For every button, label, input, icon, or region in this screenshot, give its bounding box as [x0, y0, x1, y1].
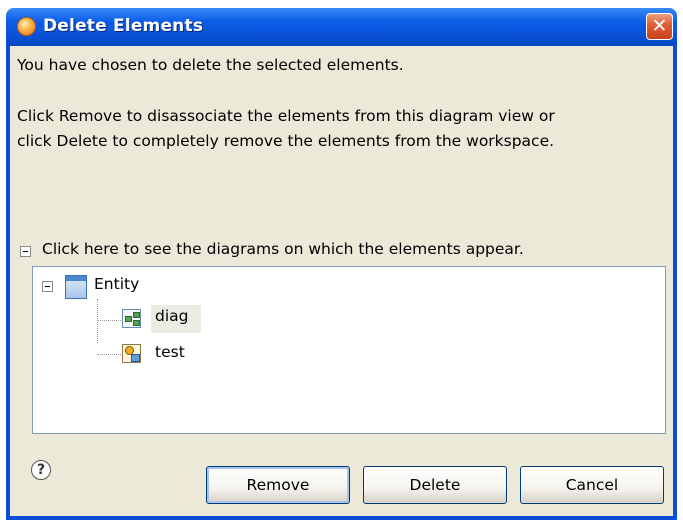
help-icon[interactable]: ?: [31, 460, 51, 480]
cancel-button[interactable]: Cancel: [520, 466, 664, 504]
tree-connector-vertical: [97, 299, 98, 343]
dialog-body: You have chosen to delete the selected e…: [10, 46, 673, 516]
delete-elements-dialog: Delete Elements ✕ You have chosen to del…: [6, 8, 677, 520]
app-icon: [17, 17, 36, 36]
delete-button[interactable]: Delete: [363, 466, 507, 504]
title-bar[interactable]: Delete Elements ✕: [6, 8, 677, 46]
entity-icon: [65, 275, 87, 299]
collapse-icon[interactable]: [20, 246, 31, 257]
test-diagram-icon: [122, 344, 141, 363]
close-button[interactable]: ✕: [646, 13, 673, 40]
tree-item-diag[interactable]: diag: [155, 307, 188, 325]
tree-collapse-icon[interactable]: [42, 281, 53, 292]
dialog-title: Delete Elements: [43, 16, 204, 36]
show-diagrams-toggle[interactable]: Click here to see the diagrams on which …: [42, 240, 524, 258]
diagram-icon: [122, 309, 141, 328]
message-line-2: Click Remove to disassociate the element…: [17, 107, 555, 125]
tree-connector: [97, 320, 121, 321]
remove-button[interactable]: Remove: [206, 466, 350, 504]
diagram-tree[interactable]: Entity diag test: [32, 266, 666, 434]
tree-root-label[interactable]: Entity: [94, 275, 139, 293]
message-line-3: click Delete to completely remove the el…: [17, 132, 555, 150]
tree-item-test[interactable]: test: [155, 343, 185, 361]
tree-connector: [97, 354, 121, 355]
message-line-1: You have chosen to delete the selected e…: [17, 56, 404, 74]
